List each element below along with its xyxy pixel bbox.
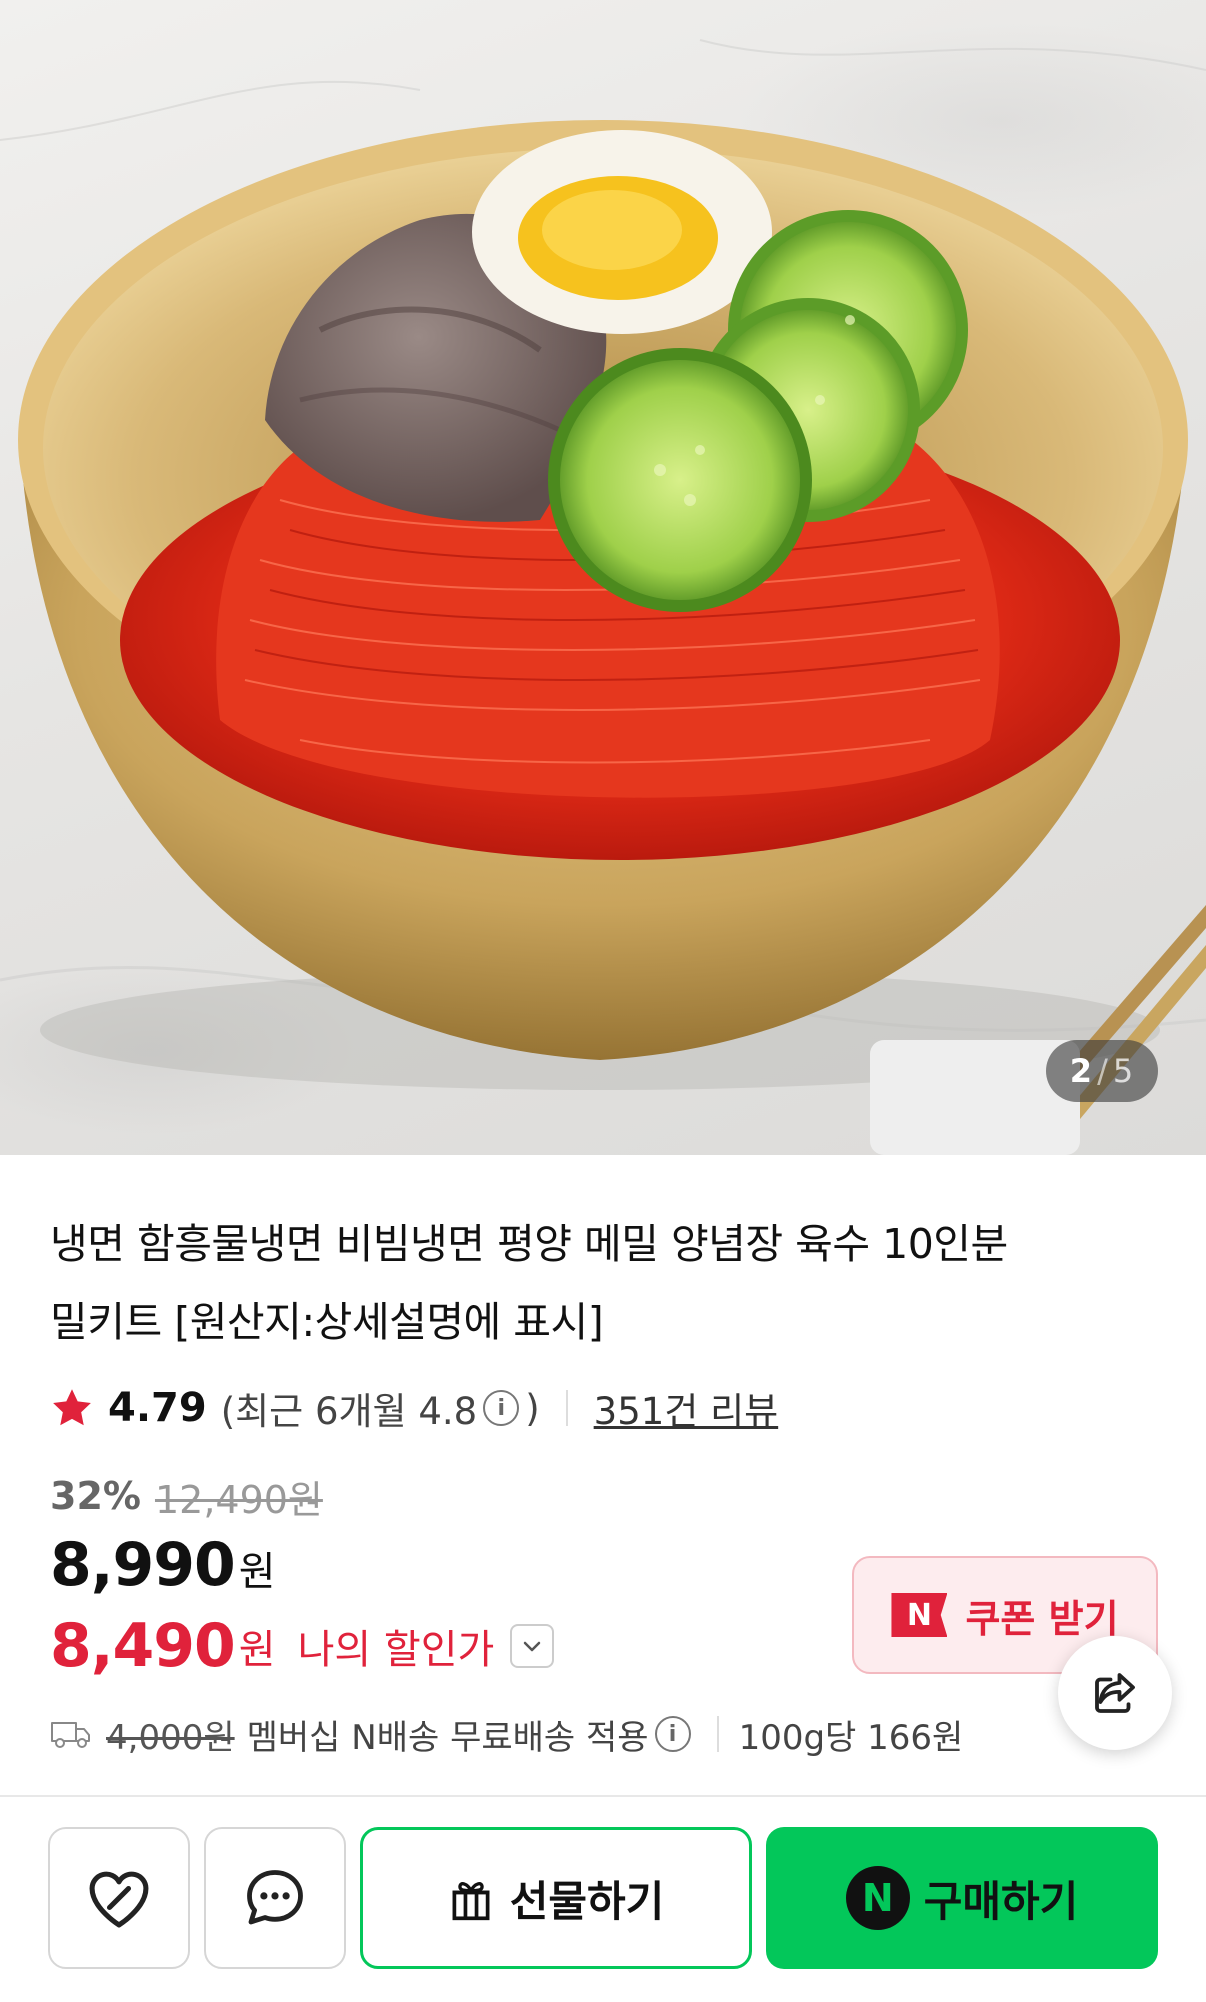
gift-icon xyxy=(452,1882,490,1921)
chat-icon xyxy=(247,1870,303,1925)
original-price: 12,490원 xyxy=(154,1477,323,1522)
star-icon xyxy=(53,1389,91,1426)
discount-row: 32% 12,490원 xyxy=(50,1468,323,1524)
buy-button[interactable]: N 구매하기 xyxy=(766,1827,1158,1969)
buy-label: 구매하기 xyxy=(923,1876,1079,1926)
chat-button[interactable] xyxy=(204,1827,346,1969)
product-title-line1: 냉면 함흥물냉면 비빔냉면 평양 메밀 양념장 육수 10인분 xyxy=(50,1220,1008,1268)
recent-rating: (최근 6개월 4.8 i ) xyxy=(221,1381,540,1435)
my-price-row[interactable]: 8,490 원 나의 할인가 xyxy=(50,1608,555,1684)
rating-score: 4.79 xyxy=(108,1385,207,1431)
naengmyeon-photo xyxy=(0,39,1206,1155)
wishlist-button[interactable] xyxy=(48,1827,190,1969)
gift-label: 선물하기 xyxy=(509,1876,665,1926)
divider xyxy=(0,1795,1206,1797)
my-price-label: 나의 할인가 xyxy=(297,1627,495,1673)
counter-total: 5 xyxy=(1112,1052,1135,1090)
sale-price-unit: 원 xyxy=(238,1549,276,1595)
chevron-down-icon[interactable] xyxy=(510,1624,555,1668)
rating-row: 4.79 (최근 6개월 4.8 i ) 351건 리뷰 xyxy=(50,1378,1150,1438)
share-icon xyxy=(1095,1673,1135,1713)
info-icon[interactable]: i xyxy=(483,1390,520,1426)
image-counter: 2 / 5 xyxy=(1046,1040,1158,1102)
divider xyxy=(565,1390,568,1426)
shipping-row: 4,000원 멤버십 N배송 무료배송 적용 i 100g당 166원 xyxy=(50,1706,963,1762)
naver-coupon-icon: N xyxy=(891,1593,948,1637)
product-title: 냉면 함흥물냉면 비빔냉면 평양 메밀 양념장 육수 10인분 밀키트 [원산지… xyxy=(50,1205,1150,1361)
counter-separator: / xyxy=(1097,1052,1109,1090)
recent-rating-text: (최근 6개월 4.8 xyxy=(220,1390,478,1433)
discount-rate: 32% xyxy=(50,1474,141,1518)
counter-current: 2 xyxy=(1069,1052,1094,1090)
shipping-fee: 4,000원 xyxy=(106,1717,235,1758)
coupon-label: 쿠폰 받기 xyxy=(965,1596,1119,1641)
sale-price: 8,990 xyxy=(50,1530,236,1600)
my-price-unit: 원 xyxy=(238,1627,276,1673)
heart-icon xyxy=(89,1871,149,1928)
divider xyxy=(716,1716,719,1752)
truck-icon xyxy=(51,1722,90,1748)
product-image[interactable]: 2 / 5 xyxy=(0,0,1206,1155)
recent-rating-close: ) xyxy=(525,1386,540,1430)
product-title-line2: 밀키트 [원산지:상세설명에 표시] xyxy=(50,1298,604,1346)
review-count-link[interactable]: 351건 리뷰 xyxy=(594,1381,779,1435)
info-icon[interactable]: i xyxy=(654,1716,691,1752)
unit-price: 100g당 166원 xyxy=(738,1717,964,1758)
gift-button[interactable]: 선물하기 xyxy=(360,1827,752,1969)
share-button[interactable] xyxy=(1058,1636,1172,1750)
sale-price-row: 8,990 원 xyxy=(50,1530,276,1606)
my-discount-price: 8,490 xyxy=(50,1611,236,1681)
shipping-membership-text: 멤버십 N배송 무료배송 적용 xyxy=(246,1717,649,1758)
naver-pay-icon: N xyxy=(845,1866,910,1930)
